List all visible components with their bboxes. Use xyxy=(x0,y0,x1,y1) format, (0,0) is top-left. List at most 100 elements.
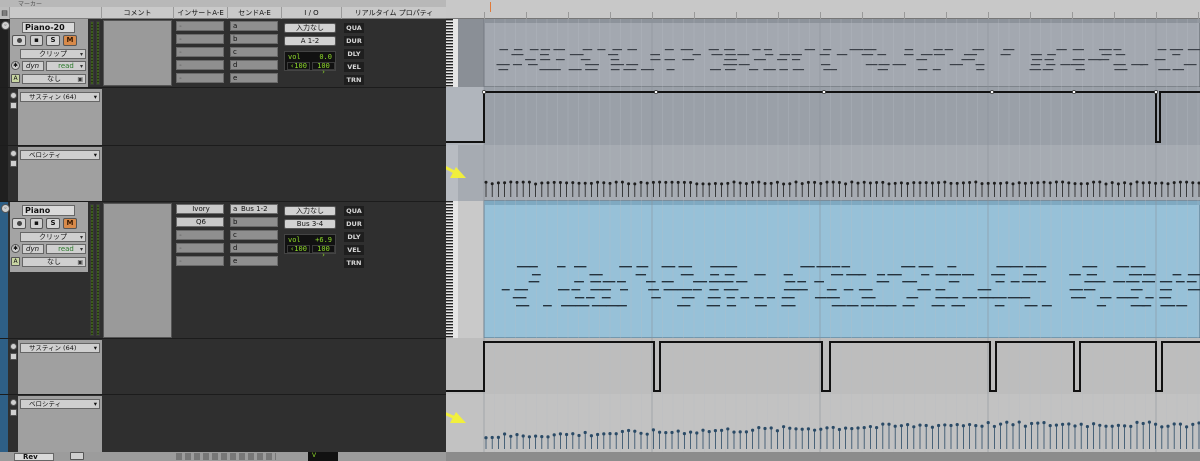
lane-selector[interactable]: ベロシティ ▾ xyxy=(20,399,100,409)
piano-black-key xyxy=(446,210,453,212)
insert-slot[interactable]: Q6 xyxy=(176,217,224,227)
track-name[interactable]: Rev xyxy=(14,453,54,461)
velocity-button[interactable]: VEL xyxy=(344,245,364,255)
velocity-point xyxy=(496,181,500,185)
track-select-icon[interactable]: ◦ xyxy=(1,21,10,30)
automation-icon[interactable]: ✱ xyxy=(11,61,20,70)
record-enable-button[interactable] xyxy=(12,218,26,229)
solo-button[interactable]: S xyxy=(46,35,60,46)
volume-pan-display[interactable]: vol +6.9 ‹100 100 › xyxy=(284,234,336,259)
volume-pan-display[interactable]: vol 0.0 ‹100 100 › xyxy=(284,51,336,76)
transpose-button[interactable]: TRN xyxy=(344,258,364,268)
record-enable-button[interactable] xyxy=(12,35,26,46)
transpose-button[interactable]: TRN xyxy=(344,75,364,85)
lane-add-icon[interactable] xyxy=(10,409,17,416)
insert-slot[interactable]: ◦ xyxy=(176,73,224,83)
lane-add-icon[interactable] xyxy=(10,102,17,109)
volume-value[interactable]: +6.9 xyxy=(315,236,332,244)
output-selector[interactable]: Bus 3-4 xyxy=(284,219,336,229)
lane-selector[interactable]: ベロシティ ▾ xyxy=(20,150,100,160)
velocity-point xyxy=(1141,181,1145,185)
duration-button[interactable]: DUR xyxy=(344,36,364,46)
group-selector[interactable]: なし ▣ xyxy=(22,257,86,267)
automation-mode-selector[interactable]: read ▾ xyxy=(46,244,86,254)
automation-mode-selector[interactable]: read ▾ xyxy=(46,61,86,71)
mute-button[interactable]: M xyxy=(63,35,77,46)
lane-toggle-icon[interactable] xyxy=(10,399,17,406)
marker-ruler[interactable]: マーカー xyxy=(0,0,446,8)
send-slot[interactable]: d xyxy=(230,243,278,253)
track-select-icon[interactable]: ◦ xyxy=(1,204,10,213)
velocity-point xyxy=(1030,421,1034,426)
track-name[interactable]: Piano-20 xyxy=(22,22,75,33)
midi-note xyxy=(1010,281,1020,283)
automation-icon[interactable]: ✱ xyxy=(11,244,20,253)
edit-canvas[interactable] xyxy=(446,19,1200,461)
edit-window[interactable] xyxy=(446,19,1200,461)
send-slot[interactable]: a xyxy=(230,21,278,31)
insert-slot[interactable]: ◦ xyxy=(176,243,224,253)
mute-button[interactable]: M xyxy=(63,218,77,229)
lane-add-icon[interactable] xyxy=(10,353,17,360)
insert-slot[interactable]: ◦ xyxy=(176,21,224,31)
pan-right[interactable]: 100 › xyxy=(312,62,335,76)
input-selector[interactable]: 入力なし xyxy=(284,206,336,216)
midi-note xyxy=(706,305,721,307)
lane-selector[interactable]: サスティン (64) ▾ xyxy=(20,343,100,353)
lane-toggle-icon[interactable] xyxy=(10,343,17,350)
send-slot[interactable]: d xyxy=(230,60,278,70)
insert-slot[interactable]: ◦ xyxy=(176,230,224,240)
lane-selector[interactable]: サスティン (64) ▾ xyxy=(20,92,100,102)
realtime-properties-column-header[interactable]: リアルタイム プロパティ xyxy=(342,7,446,19)
pan-right[interactable]: 100 › xyxy=(312,245,335,259)
lane-add-icon[interactable] xyxy=(10,160,17,167)
send-slot[interactable]: c xyxy=(230,230,278,240)
send-slot[interactable]: e xyxy=(230,73,278,83)
comment-column-header[interactable]: コメント xyxy=(102,7,174,19)
insert-slot[interactable]: Ivory xyxy=(176,204,224,214)
track-name[interactable]: Piano xyxy=(22,205,75,216)
view-selector[interactable]: クリップ ▾ xyxy=(20,232,86,242)
timebase-icon[interactable]: A xyxy=(11,74,20,83)
send-slot[interactable]: a Bus 1-2 xyxy=(230,204,278,214)
delay-button[interactable]: DLY xyxy=(344,49,364,59)
timeline-ruler[interactable] xyxy=(446,0,1200,19)
timebase-icon[interactable]: A xyxy=(11,257,20,266)
insert-slot[interactable]: ◦ xyxy=(176,47,224,57)
pan-left[interactable]: ‹100 xyxy=(287,62,310,70)
volume-value[interactable]: 0.0 xyxy=(319,53,332,61)
input-selector[interactable]: 入力なし xyxy=(284,23,336,33)
lane-toggle-icon[interactable] xyxy=(10,92,17,99)
insert-slot[interactable]: ◦ xyxy=(176,256,224,266)
view-menu-icon[interactable]: ▤ xyxy=(0,7,10,19)
comment-field[interactable] xyxy=(103,20,172,86)
delay-button[interactable]: DLY xyxy=(344,232,364,242)
solo-button[interactable]: S xyxy=(46,218,60,229)
mute-button[interactable] xyxy=(70,452,84,460)
volume-display[interactable]: V xyxy=(308,452,338,461)
output-selector[interactable]: A 1-2 xyxy=(284,36,336,46)
dyn-field[interactable]: dyn xyxy=(22,61,44,71)
insert-slot[interactable]: ◦ xyxy=(176,34,224,44)
midi-note xyxy=(1024,305,1038,307)
group-selector[interactable]: なし ▣ xyxy=(22,74,86,84)
duration-button[interactable]: DUR xyxy=(344,219,364,229)
view-selector[interactable]: クリップ ▾ xyxy=(20,49,86,59)
comment-field[interactable] xyxy=(103,203,172,338)
lane-toggle-icon[interactable] xyxy=(10,150,17,157)
io-column-header[interactable]: I / O xyxy=(282,7,342,19)
insert-slot[interactable]: ◦ xyxy=(176,60,224,70)
sends-column-header[interactable]: センドA-E xyxy=(228,7,282,19)
input-monitor-button[interactable]: ▪ xyxy=(30,35,43,46)
velocity-button[interactable]: VEL xyxy=(344,62,364,72)
pan-left[interactable]: ‹100 xyxy=(287,245,310,253)
send-slot[interactable]: b xyxy=(230,217,278,227)
quantize-button[interactable]: QUA xyxy=(344,23,364,33)
send-slot[interactable]: e xyxy=(230,256,278,266)
quantize-button[interactable]: QUA xyxy=(344,206,364,216)
send-slot[interactable]: b xyxy=(230,34,278,44)
input-monitor-button[interactable]: ▪ xyxy=(30,218,43,229)
send-slot[interactable]: c xyxy=(230,47,278,57)
dyn-field[interactable]: dyn xyxy=(22,244,44,254)
inserts-column-header[interactable]: インサートA-E xyxy=(174,7,228,19)
